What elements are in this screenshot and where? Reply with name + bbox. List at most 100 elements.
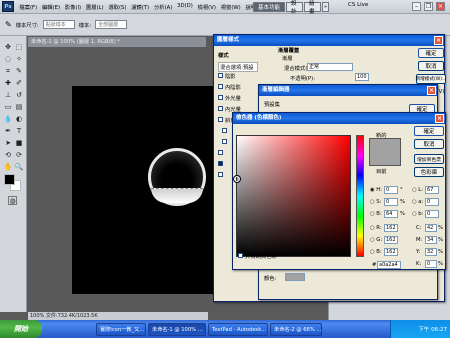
- s-radio[interactable]: ○ S:: [370, 199, 381, 205]
- texture-checkbox[interactable]: [222, 139, 227, 144]
- h-radio[interactable]: ◉ H:: [370, 187, 382, 193]
- taskbar-item-4[interactable]: 未命名-2 @ 66% ...: [270, 322, 322, 336]
- menu-edit[interactable]: 編輯(E): [40, 3, 63, 11]
- sample-select[interactable]: 全部圖層: [95, 20, 128, 29]
- menu-file[interactable]: 檔案(F): [17, 3, 40, 11]
- close-icon[interactable]: ×: [427, 86, 436, 95]
- workspace-more-button[interactable]: »: [322, 2, 329, 12]
- opacity-input[interactable]: 100: [355, 73, 369, 81]
- menu-analysis[interactable]: 分析(A): [152, 3, 175, 11]
- k-input[interactable]: 0: [425, 260, 437, 268]
- r-radio[interactable]: ○ R:: [370, 225, 382, 231]
- g-radio[interactable]: ○ G:: [370, 237, 382, 243]
- hand-tool-icon[interactable]: ✋: [3, 162, 13, 172]
- type-tool-icon[interactable]: T: [14, 126, 24, 136]
- hue-slider[interactable]: [356, 135, 364, 257]
- g-input[interactable]: 162: [384, 236, 398, 244]
- close-icon[interactable]: ×: [434, 36, 443, 45]
- contour-checkbox[interactable]: [222, 128, 227, 133]
- magic-wand-icon[interactable]: ✧: [14, 54, 24, 64]
- bevel-emboss-checkbox[interactable]: [218, 117, 223, 122]
- path-select-icon[interactable]: ➤: [3, 138, 13, 148]
- lasso-tool-icon[interactable]: ◌: [3, 54, 13, 64]
- zoom-tool-icon[interactable]: 🔍: [14, 162, 24, 172]
- outer-glow-checkbox[interactable]: [218, 95, 223, 100]
- document-canvas[interactable]: [72, 86, 228, 294]
- drop-shadow-label[interactable]: 陰影: [225, 72, 236, 80]
- blue-input[interactable]: 162: [384, 248, 398, 256]
- taskbar-item-1[interactable]: 實際icon一教_又...: [96, 322, 146, 336]
- gradient-tool-icon[interactable]: ▤: [14, 102, 24, 112]
- l-radio[interactable]: ○ L:: [412, 187, 423, 193]
- quick-mask-icon[interactable]: ◍: [8, 196, 17, 205]
- document-tab[interactable]: 未命名-1 @ 100% (圖層 1, RGB/8) *: [28, 37, 206, 47]
- taskbar-item-2[interactable]: 未命名-1 @ 100% ...: [148, 322, 206, 336]
- close-icon[interactable]: ×: [436, 2, 445, 11]
- eraser-tool-icon[interactable]: ▭: [3, 102, 13, 112]
- y-input[interactable]: 32: [425, 248, 437, 256]
- lab-b-radio[interactable]: ○ b:: [412, 211, 423, 217]
- menu-layer[interactable]: 圖層(L): [84, 3, 106, 11]
- 3d-camera-icon[interactable]: ⟳: [14, 150, 24, 160]
- picker-cancel-button[interactable]: 取消: [414, 139, 444, 149]
- h-input[interactable]: 0: [384, 186, 398, 194]
- lab-b-input[interactable]: 0: [425, 210, 439, 218]
- c-input[interactable]: 42: [425, 224, 437, 232]
- b-input[interactable]: 64: [384, 210, 398, 218]
- menu-image[interactable]: 影像(I): [62, 3, 83, 11]
- drop-shadow-checkbox[interactable]: [218, 73, 223, 78]
- sample-size-select[interactable]: 點狀樣本: [42, 20, 75, 29]
- workspace-painting-button[interactable]: 繪畫: [304, 1, 321, 15]
- picker-ok-button[interactable]: 確定: [414, 126, 444, 136]
- s-input[interactable]: 0: [384, 198, 398, 206]
- eyedropper-icon[interactable]: ✎: [5, 20, 12, 29]
- brush-tool-icon[interactable]: ✐: [14, 78, 24, 88]
- color-selector-ring[interactable]: [233, 175, 241, 183]
- crop-tool-icon[interactable]: ⌗: [3, 66, 13, 76]
- menu-window[interactable]: 視窗(W): [218, 3, 243, 11]
- dodge-tool-icon[interactable]: ◐: [14, 114, 24, 124]
- outer-glow-label[interactable]: 外光暈: [225, 94, 241, 102]
- eyedropper-tool-icon[interactable]: ✎: [14, 66, 24, 76]
- inner-glow-checkbox[interactable]: [218, 106, 223, 111]
- menu-select[interactable]: 選取(S): [106, 3, 129, 11]
- a-input[interactable]: 0: [425, 198, 439, 206]
- move-tool-icon[interactable]: ✥: [3, 42, 13, 52]
- healing-brush-icon[interactable]: ✚: [3, 78, 13, 88]
- stop-color-swatch[interactable]: [285, 273, 305, 281]
- satin-checkbox[interactable]: [218, 150, 223, 155]
- a-radio[interactable]: ○ a:: [412, 199, 423, 205]
- new-style-button[interactable]: 新增樣式(W)...: [416, 74, 446, 84]
- pen-tool-icon[interactable]: ✒: [3, 126, 13, 136]
- cs-live-button[interactable]: CS Live: [348, 2, 368, 8]
- blue-radio[interactable]: ○ B:: [370, 249, 382, 255]
- inner-shadow-label[interactable]: 內陰影: [225, 83, 241, 91]
- color-libraries-button[interactable]: 色彩庫: [414, 167, 444, 177]
- history-brush-icon[interactable]: ↺: [14, 90, 24, 100]
- blend-options-item[interactable]: 混合選項:預設: [218, 62, 258, 72]
- inner-shadow-checkbox[interactable]: [218, 84, 223, 89]
- add-to-swatches-button[interactable]: 增加到色票: [414, 154, 444, 164]
- shape-tool-icon[interactable]: ■: [14, 138, 24, 148]
- cancel-button[interactable]: 取消: [418, 61, 444, 71]
- ok-button[interactable]: 確定: [418, 48, 444, 58]
- l-input[interactable]: 67: [425, 186, 439, 194]
- minimize-icon[interactable]: –: [412, 2, 421, 11]
- menu-filter[interactable]: 濾鏡(T): [129, 3, 152, 11]
- 3d-rotate-icon[interactable]: ⟲: [3, 150, 13, 160]
- hex-input[interactable]: a0a2a4: [377, 261, 401, 269]
- menu-view[interactable]: 檢視(V): [195, 3, 218, 11]
- clone-stamp-icon[interactable]: ⊥: [3, 90, 13, 100]
- restore-icon[interactable]: ❐: [424, 2, 433, 11]
- color-field[interactable]: [236, 135, 351, 257]
- b-radio[interactable]: ○ B:: [370, 211, 382, 217]
- pattern-overlay-checkbox[interactable]: [218, 172, 223, 177]
- workspace-essentials-button[interactable]: 基本功能: [253, 2, 285, 12]
- web-colors-checkbox[interactable]: [238, 253, 243, 258]
- m-input[interactable]: 34: [425, 236, 437, 244]
- menu-3d[interactable]: 3D(D): [175, 3, 195, 11]
- taskbar-item-3[interactable]: TextPad - Autodesk...: [208, 322, 268, 336]
- gradient-overlay-checkbox[interactable]: [218, 161, 223, 166]
- foreground-color-swatch[interactable]: [4, 174, 15, 185]
- blur-tool-icon[interactable]: 💧: [3, 114, 13, 124]
